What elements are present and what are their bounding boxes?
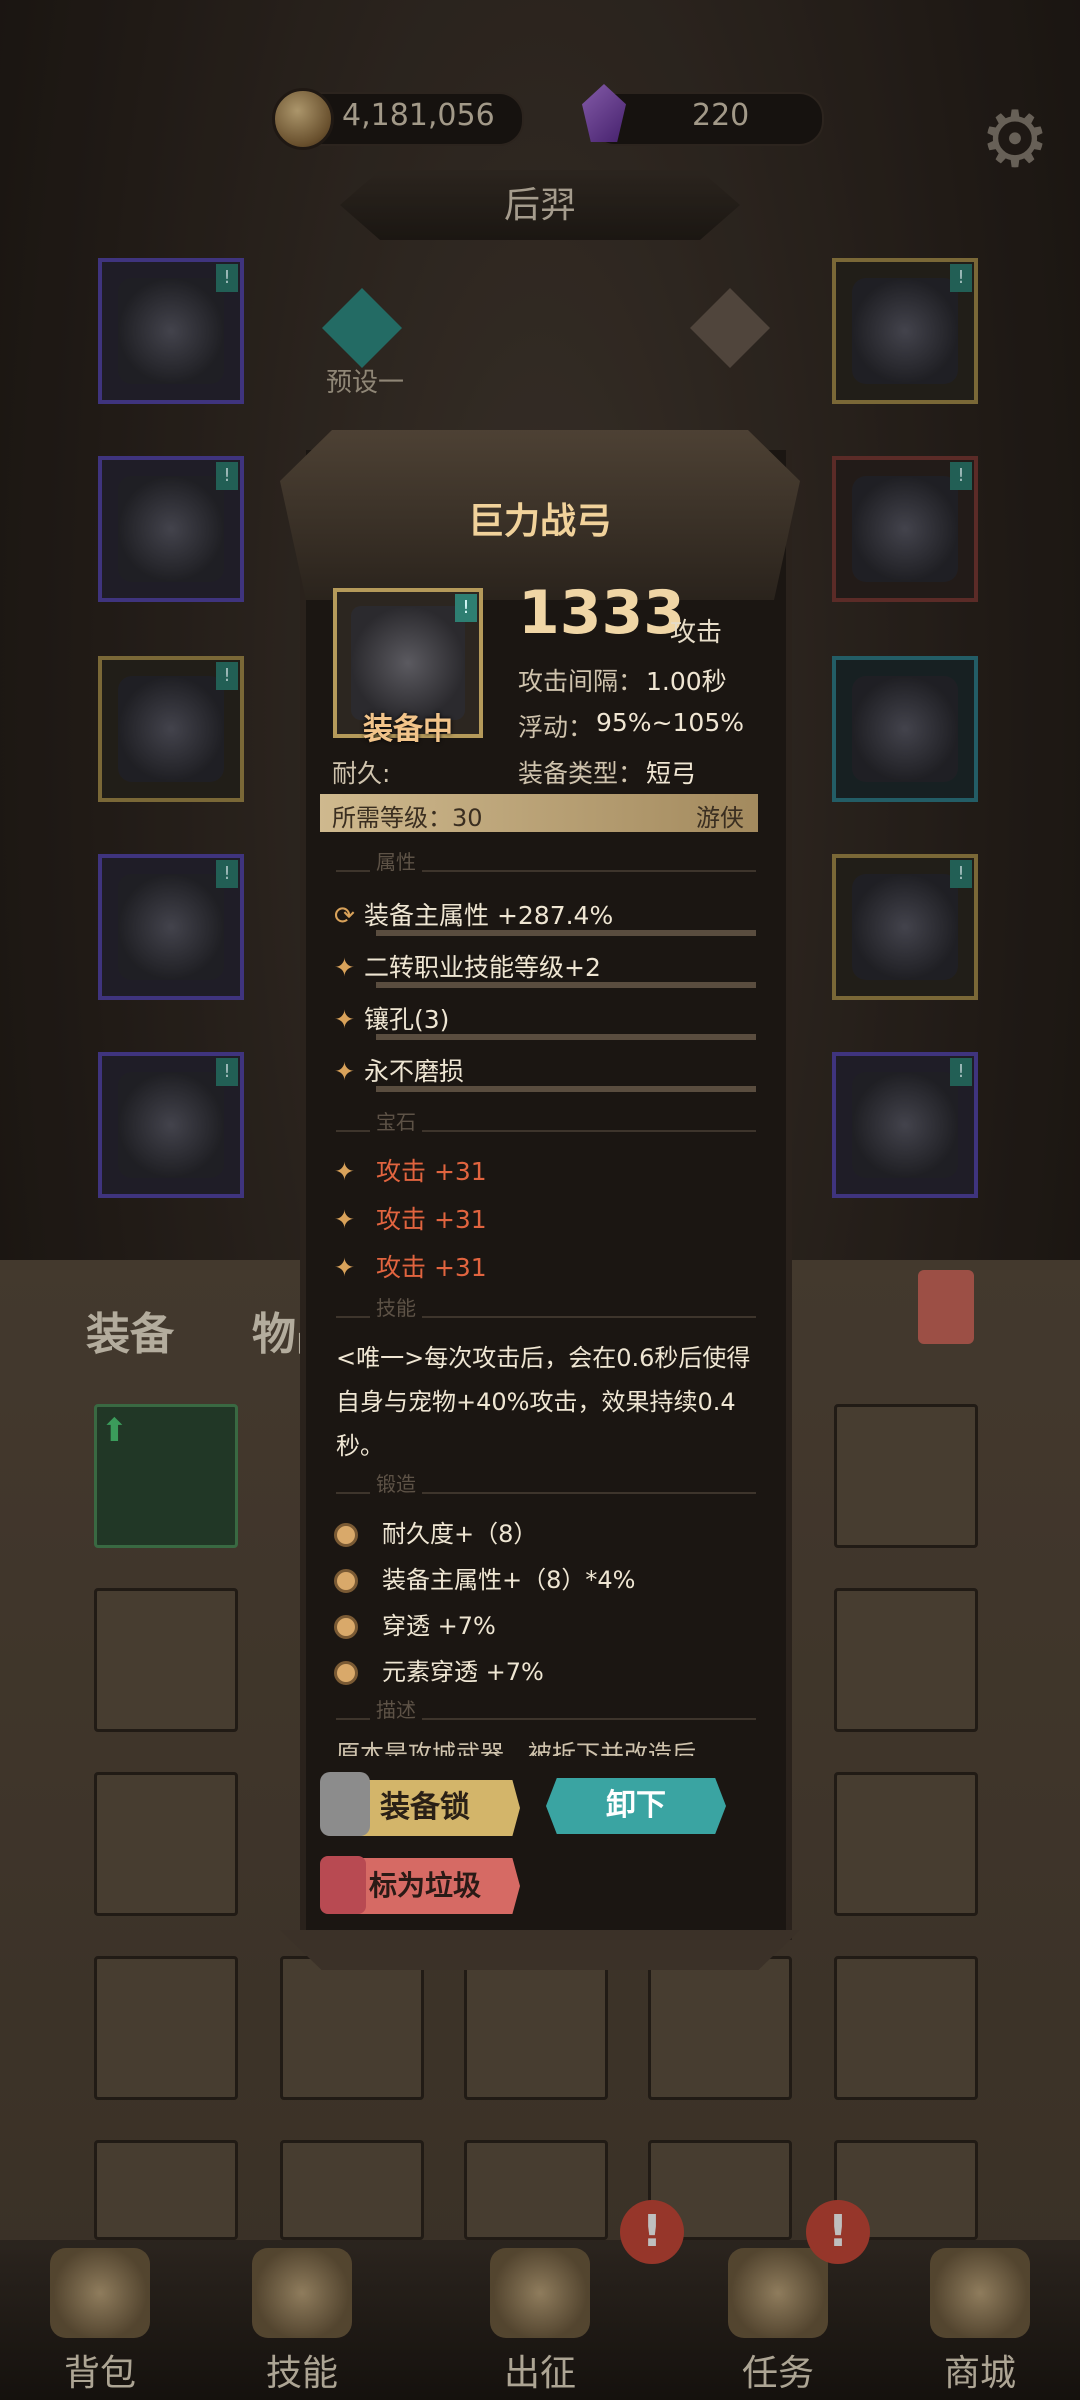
attribute-text: 装备主属性 +287.4% (364, 901, 614, 930)
sparkle-icon: ✦ (334, 1057, 355, 1086)
sparkle-icon: ✦ (334, 953, 355, 982)
trash-can-icon (320, 1856, 366, 1914)
padlock-icon (320, 1772, 370, 1836)
tag-icon: ! (455, 594, 477, 622)
section-forge: 锻造 (336, 1468, 756, 1497)
item-name: 巨力战弓 (467, 501, 612, 542)
bow-icon (351, 606, 465, 720)
attribute-text: 镶孔(3) (364, 1005, 450, 1034)
float-value: 95%~105% (596, 708, 744, 737)
attack-interval-label: 攻击间隔： (518, 667, 644, 696)
gem-text: 攻击 +31 (376, 1253, 487, 1282)
section-label: 技能 (370, 1292, 422, 1321)
forge-row: 装备主属性+（8）*4% (334, 1560, 635, 1595)
required-class: 游侠 (696, 804, 744, 832)
unequip-button[interactable]: 卸下 (546, 1778, 726, 1834)
section-description: 描述 (336, 1694, 756, 1723)
forge-text: 穿透 +7% (382, 1612, 496, 1640)
sparkle-icon: ✦ (334, 1157, 355, 1186)
item-description: 原本是攻城武器，被拆下并改造后 (336, 1740, 696, 1756)
attribute-row: ✦ 永不磨损 (334, 1052, 464, 1088)
forge-dot-icon (334, 1569, 358, 1593)
attack-interval-value: 1.00秒 (646, 667, 727, 696)
attribute-bar (376, 982, 756, 988)
attribute-row: ✦ 二转职业技能等级+2 (334, 948, 601, 984)
attribute-row: ✦ 镶孔(3) (334, 1000, 449, 1036)
gem-text: 攻击 +31 (376, 1157, 487, 1186)
sparkle-icon: ✦ (334, 1005, 355, 1034)
gem-row: ✦ 攻击 +31 (334, 1200, 487, 1236)
attribute-text: 永不磨损 (364, 1057, 465, 1086)
attribute-bar (376, 930, 756, 936)
durability-label: 耐久: (332, 759, 391, 788)
forge-dot-icon (334, 1615, 358, 1639)
equipped-status: 装备中 (363, 712, 453, 747)
forge-dot-icon (334, 1523, 358, 1547)
attack-value: 1333 (518, 578, 685, 648)
gem-row: ✦ 攻击 +31 (334, 1248, 487, 1284)
section-label: 描述 (370, 1694, 422, 1723)
modal-footer-frame (280, 1930, 800, 1970)
forge-text: 装备主属性+（8）*4% (382, 1566, 636, 1594)
equip-type-label: 装备类型： (518, 759, 644, 788)
gem-row: ✦ 攻击 +31 (334, 1152, 487, 1188)
section-label: 宝石 (370, 1106, 422, 1135)
attribute-bar (376, 1086, 756, 1092)
forge-dot-icon (334, 1661, 358, 1685)
required-level: 所需等级：30 (332, 804, 483, 832)
forge-text: 耐久度+（8） (382, 1520, 538, 1548)
sparkle-icon: ✦ (334, 1205, 355, 1234)
forge-row: 穿透 +7% (334, 1606, 496, 1641)
forge-row: 耐久度+（8） (334, 1514, 537, 1549)
attribute-text: 二转职业技能等级+2 (364, 953, 601, 982)
gem-text: 攻击 +31 (376, 1205, 487, 1234)
section-skill: 技能 (336, 1292, 756, 1321)
section-attributes: 属性 (336, 846, 756, 875)
refresh-icon: ⟳ (334, 901, 355, 930)
forge-text: 元素穿透 +7% (382, 1658, 544, 1686)
attribute-row: ⟳ 装备主属性 +287.4% (334, 896, 613, 932)
sparkle-icon: ✦ (334, 1253, 355, 1282)
forge-row: 元素穿透 +7% (334, 1652, 544, 1687)
section-gems: 宝石 (336, 1106, 756, 1135)
attribute-bar (376, 1034, 756, 1040)
section-label: 锻造 (370, 1468, 422, 1497)
float-label: 浮动： (518, 713, 594, 742)
section-label: 属性 (370, 846, 422, 875)
skill-description: <唯一>每次攻击后，会在0.6秒后使得自身与宠物+40%攻击，效果持续0.4秒。 (336, 1344, 751, 1460)
equip-type-value: 短弓 (646, 759, 697, 788)
attack-label: 攻击 (670, 618, 723, 648)
